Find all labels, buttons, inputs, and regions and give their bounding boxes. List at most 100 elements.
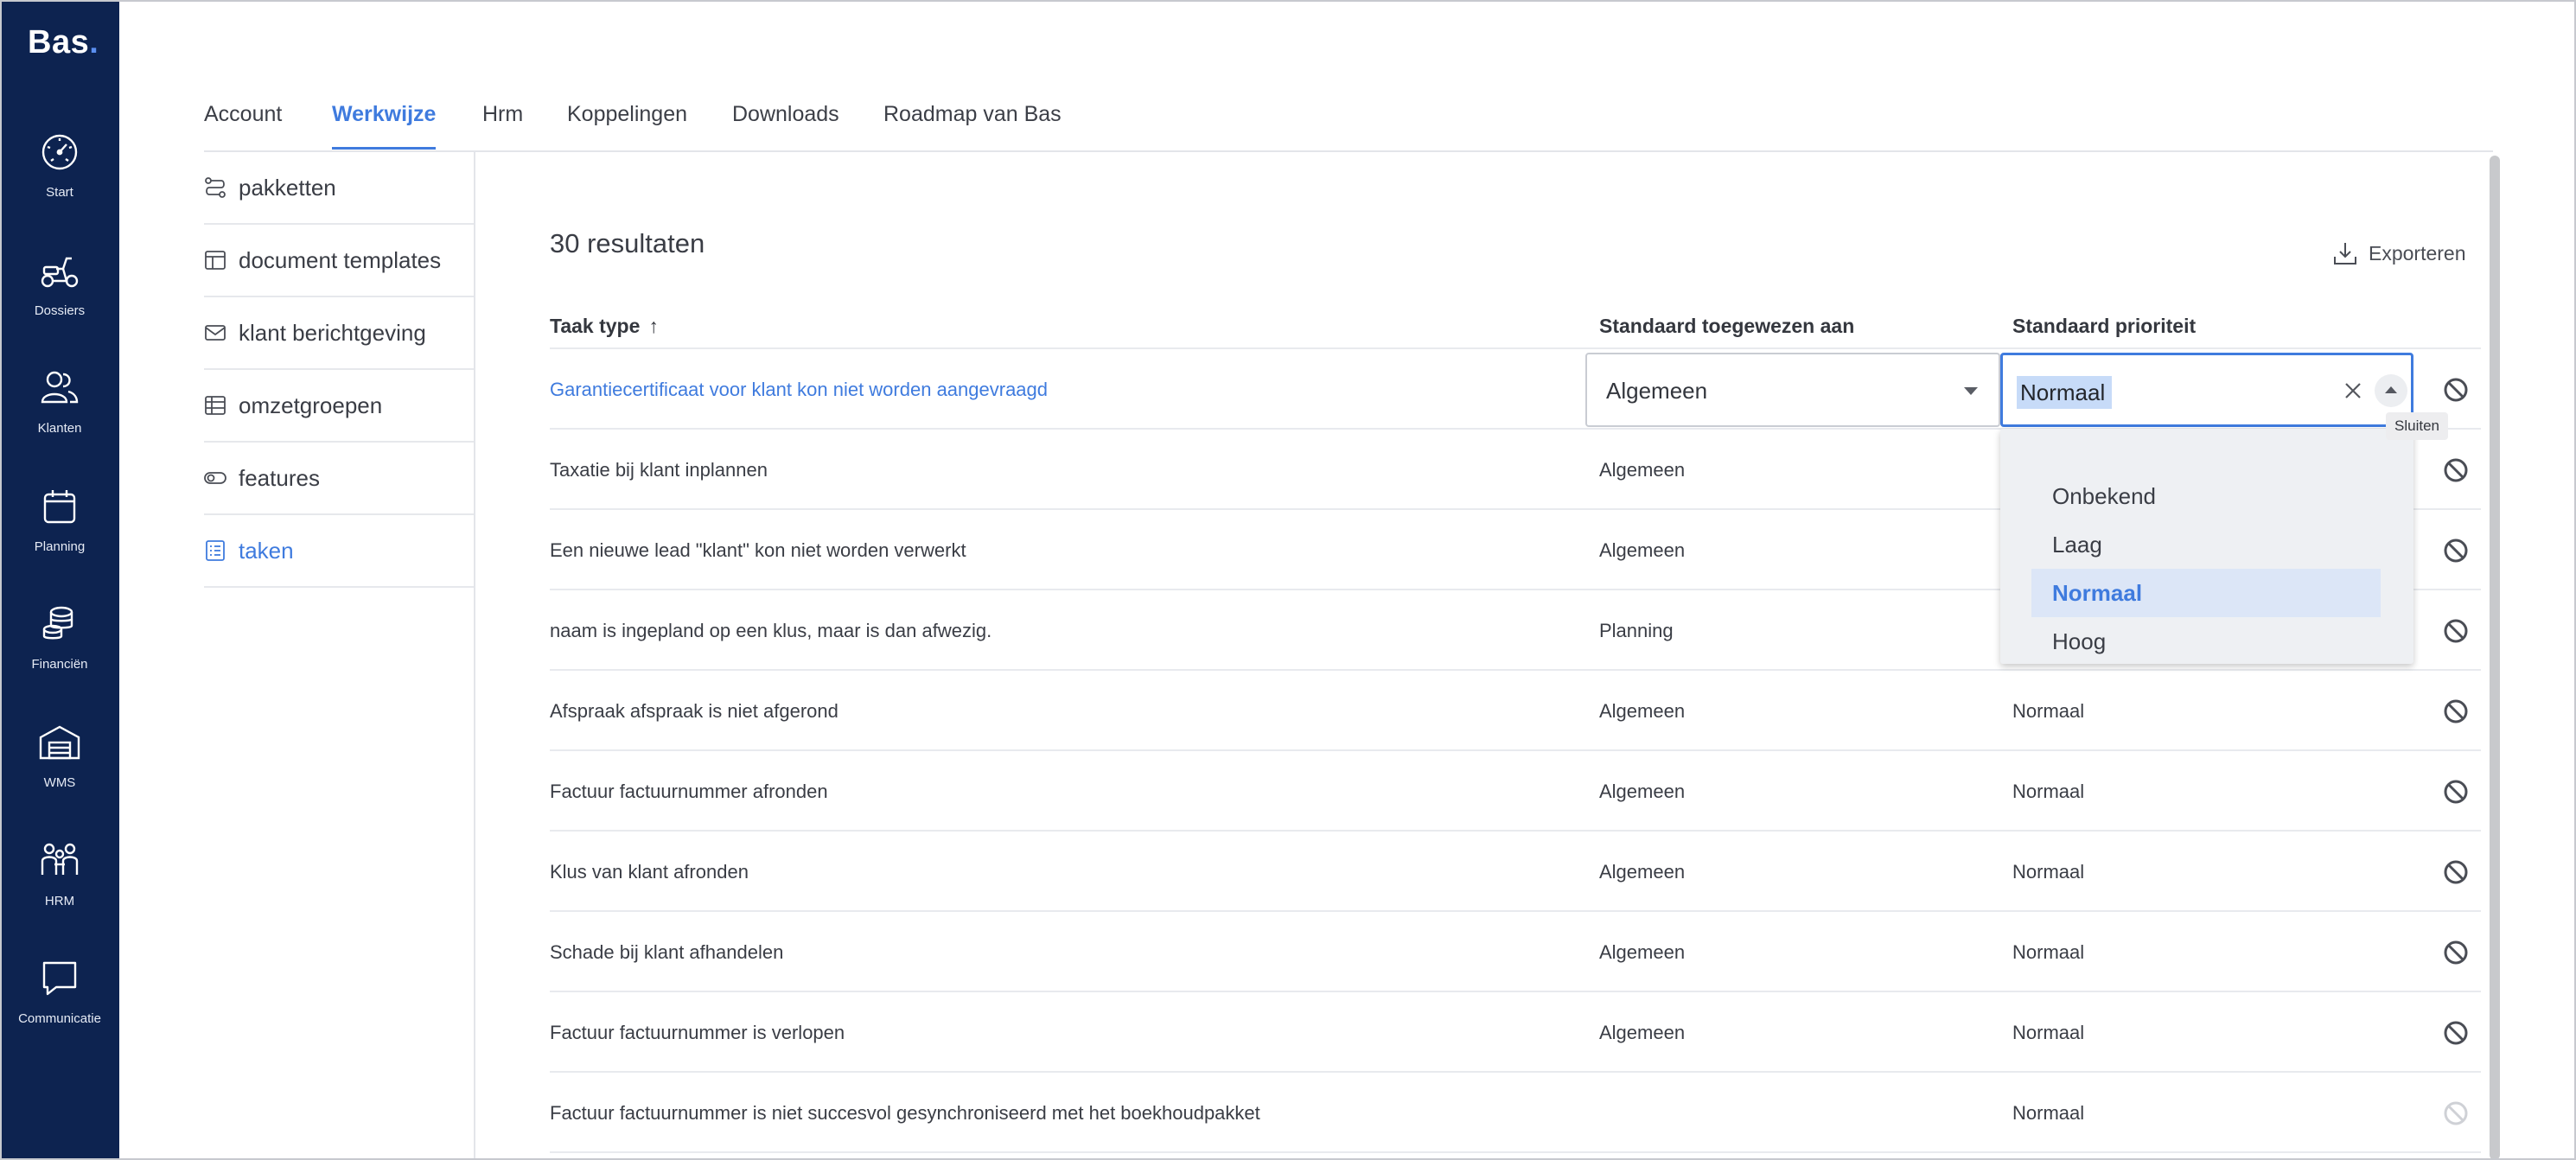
- priority-dropdown-menu: Onbekend Laag Normaal Hoog: [2000, 429, 2413, 664]
- assigned-cell: Algemeen: [1599, 941, 1686, 963]
- customers-icon: [41, 371, 79, 404]
- task-type-cell: Schade bij klant afhandelen: [550, 941, 784, 963]
- assigned-cell: Algemeen: [1599, 781, 1686, 802]
- nav-item-start[interactable]: Start: [0, 128, 119, 223]
- column-header-taak-type[interactable]: Taak type ↑: [550, 315, 659, 338]
- submenu-divider: [474, 152, 475, 1160]
- tab-downloads[interactable]: Downloads: [732, 102, 839, 150]
- nav-label: Planning: [34, 539, 86, 554]
- task-type-cell[interactable]: Garantiecertificaat voor klant kon niet …: [550, 349, 1048, 430]
- export-button[interactable]: Exporteren: [2332, 240, 2466, 266]
- chat-icon: [42, 961, 77, 996]
- nav-label: Start: [46, 185, 73, 200]
- priority-select-input[interactable]: [2017, 376, 2112, 409]
- submenu-item-omzetgroepen[interactable]: omzetgroepen: [204, 370, 474, 443]
- assigned-cell: Algemeen: [1599, 861, 1686, 883]
- table-row: Factuur factuurnummer is niet succesvol …: [550, 1073, 2481, 1153]
- disable-icon[interactable]: [2441, 1099, 2471, 1128]
- assigned-select[interactable]: Algemeen: [1585, 353, 2000, 427]
- werkwijze-submenu: pakketten document templates klant beric…: [204, 152, 474, 588]
- checklist-icon: [206, 540, 225, 561]
- nav-item-financien[interactable]: Financiën: [0, 600, 119, 695]
- submenu-item-document-templates[interactable]: document templates: [204, 225, 474, 297]
- chevron-up-icon[interactable]: [2375, 374, 2407, 407]
- brand-name: Bas: [28, 24, 90, 61]
- task-type-cell: Factuur factuurnummer is verlopen: [550, 1022, 845, 1043]
- priority-cell: Normaal: [2012, 941, 2085, 963]
- route-icon: [205, 177, 226, 198]
- template-icon: [205, 251, 226, 270]
- nav-label: WMS: [43, 775, 76, 790]
- nav-item-wms[interactable]: WMS: [0, 718, 119, 813]
- tab-werkwijze[interactable]: Werkwijze: [332, 102, 437, 150]
- submenu-item-klant-berichtgeving[interactable]: klant berichtgeving: [204, 297, 474, 370]
- people-icon: [41, 843, 79, 875]
- option-onbekend[interactable]: Onbekend: [2031, 472, 2381, 520]
- priority-cell: Normaal: [2012, 1022, 2085, 1043]
- option-laag[interactable]: Laag: [2031, 520, 2381, 569]
- disable-icon[interactable]: [2441, 938, 2471, 967]
- assigned-cell: Algemeen: [1599, 459, 1686, 481]
- priority-cell: Normaal: [2012, 1102, 2085, 1124]
- disable-icon[interactable]: [2441, 857, 2471, 887]
- column-header-prioriteit[interactable]: Standaard prioriteit: [2012, 315, 2196, 338]
- column-header-toegewezen[interactable]: Standaard toegewezen aan: [1599, 315, 1854, 338]
- priority-cell: Normaal: [2012, 700, 2085, 722]
- scrollbar[interactable]: [2490, 156, 2500, 1160]
- coins-icon: [42, 606, 73, 640]
- calendar-icon: [43, 490, 76, 524]
- task-type-cell: Een nieuwe lead "klant" kon niet worden …: [550, 539, 966, 561]
- submenu-item-features[interactable]: features: [204, 443, 474, 515]
- option-hoog[interactable]: Hoog: [2031, 617, 2381, 666]
- submenu-label: taken: [239, 537, 294, 564]
- disable-icon[interactable]: [2441, 456, 2471, 485]
- nav-label: Financiën: [31, 657, 88, 672]
- disable-icon[interactable]: [2441, 616, 2471, 646]
- nav-item-klanten[interactable]: Klanten: [0, 364, 119, 459]
- submenu-item-pakketten[interactable]: pakketten: [204, 152, 474, 225]
- disable-icon[interactable]: [2441, 697, 2471, 726]
- task-type-cell: Klus van klant afronden: [550, 861, 749, 883]
- nav-item-hrm[interactable]: HRM: [0, 837, 119, 932]
- task-type-cell: Factuur factuurnummer afronden: [550, 781, 828, 802]
- assigned-cell: Algemeen: [1599, 700, 1686, 722]
- download-icon: [2334, 243, 2356, 265]
- scooter-icon: [41, 257, 79, 288]
- nav-label: Dossiers: [34, 303, 86, 318]
- nav-item-planning[interactable]: Planning: [0, 482, 119, 577]
- tab-koppelingen[interactable]: Koppelingen: [567, 102, 687, 150]
- toggle-icon: [204, 472, 226, 484]
- nav-label: Klanten: [37, 421, 82, 436]
- submenu-label: omzetgroepen: [239, 392, 383, 418]
- tab-hrm[interactable]: Hrm: [482, 102, 523, 150]
- disable-icon[interactable]: [2441, 1018, 2471, 1048]
- results-count: 30 resultaten: [550, 228, 705, 258]
- brand-logo[interactable]: Bas.: [28, 24, 99, 61]
- column-header-label: Taak type: [550, 315, 641, 337]
- submenu-label: pakketten: [239, 174, 336, 201]
- table-row: Factuur factuurnummer afronden Algemeen No…: [550, 751, 2481, 832]
- table-row: Klus van klant afronden Algemeen Normaal: [550, 832, 2481, 912]
- submenu-item-taken[interactable]: taken: [204, 515, 474, 588]
- submenu-label: klant berichtgeving: [239, 319, 426, 346]
- close-tooltip: Sluiten: [2386, 412, 2448, 440]
- option-normaal[interactable]: Normaal: [2031, 569, 2381, 617]
- disable-icon[interactable]: [2441, 536, 2471, 565]
- nav-label: HRM: [44, 894, 75, 908]
- tab-account[interactable]: Account: [204, 102, 282, 150]
- sidebar: Bas. Start Dossiers Klanten Planning Fin…: [0, 0, 119, 1160]
- nav-item-communicatie[interactable]: Communicatie: [0, 954, 119, 1049]
- nav-item-dossiers[interactable]: Dossiers: [0, 246, 119, 341]
- tabs-divider: [204, 150, 2493, 152]
- close-icon[interactable]: [2342, 379, 2364, 402]
- tab-roadmap-van-bas[interactable]: Roadmap van Bas: [883, 102, 1062, 150]
- disable-icon[interactable]: [2441, 375, 2471, 405]
- priority-select[interactable]: [2000, 353, 2413, 427]
- table-row: Schade bij klant afhandelen Algemeen Norma…: [550, 912, 2481, 992]
- assigned-cell: Planning: [1599, 620, 1674, 641]
- disable-icon[interactable]: [2441, 777, 2471, 806]
- speedometer-icon: [41, 134, 78, 170]
- chevron-down-icon: [1964, 387, 1978, 395]
- priority-cell: Normaal: [2012, 781, 2085, 802]
- task-type-cell: naam is ingepland op een klus, maar is d…: [550, 620, 992, 641]
